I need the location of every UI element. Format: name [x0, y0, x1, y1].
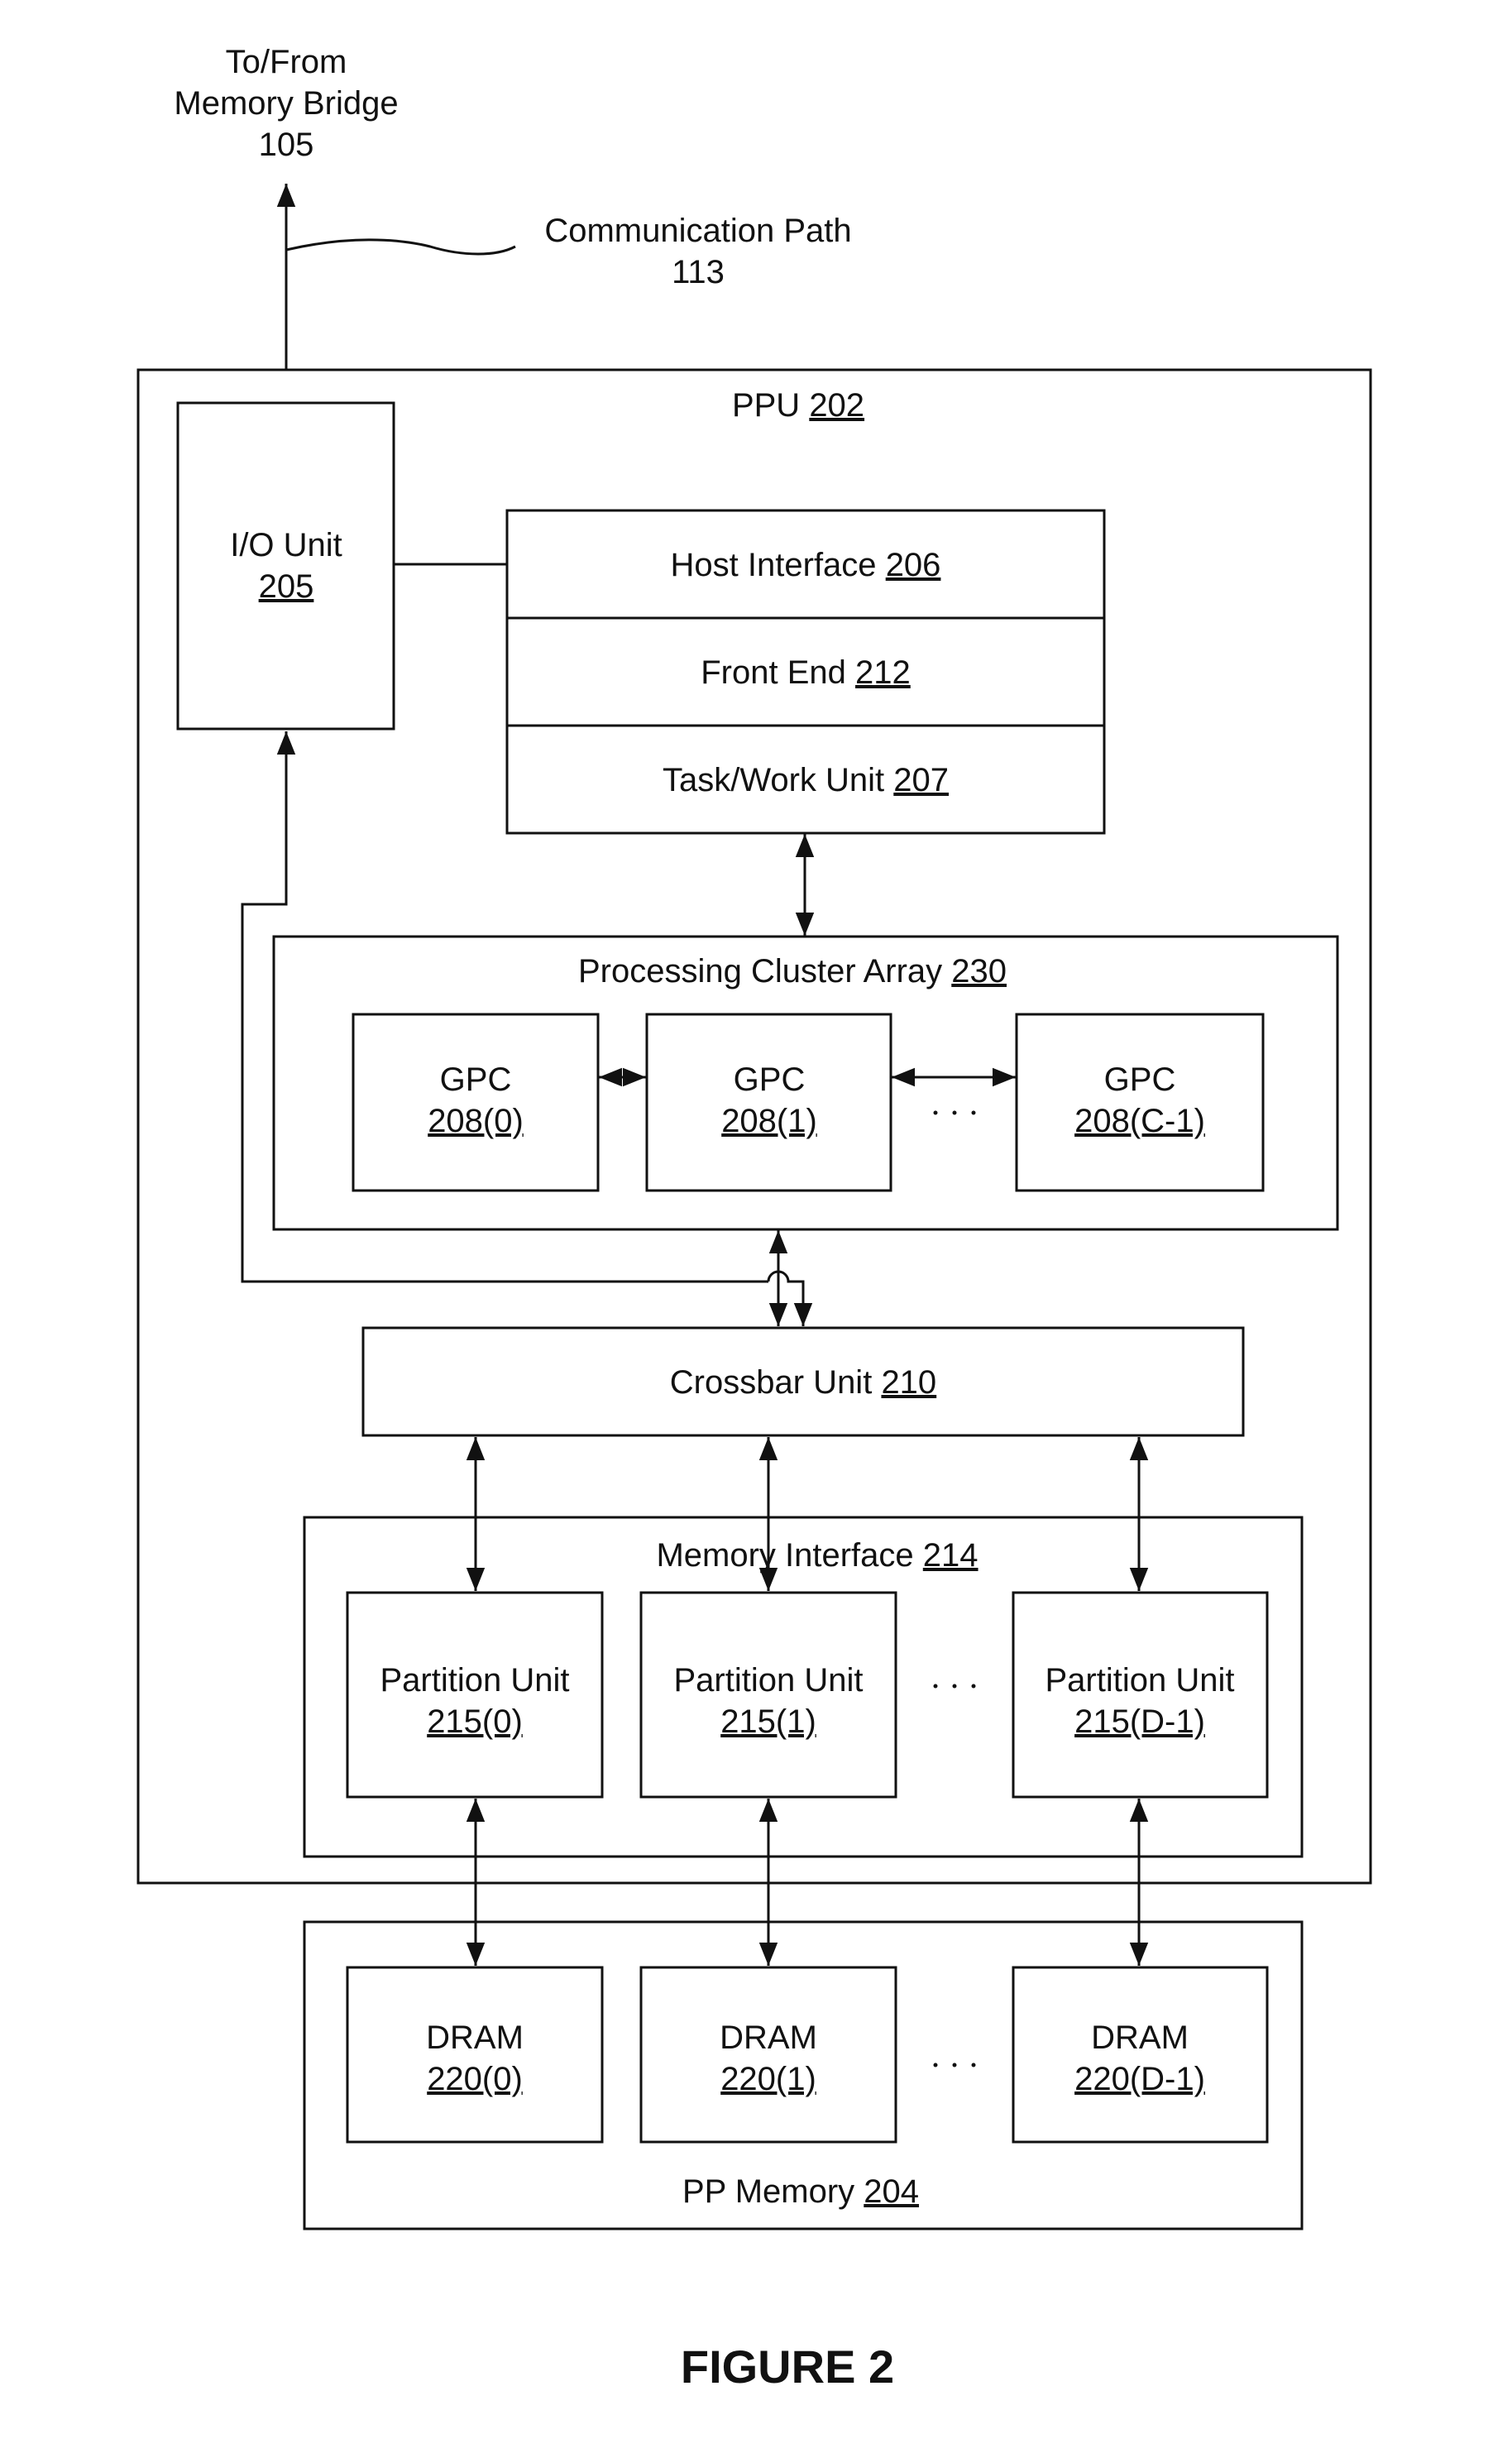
task-work-unit-label: Task/Work Unit 207 — [663, 762, 949, 798]
communication-path-label: Communication Path — [544, 213, 851, 249]
dram-ref-0: 220(0) — [427, 2061, 523, 2097]
partition-unit-label-last: Partition Unit — [1045, 1662, 1235, 1699]
io-unit-ref: 205 — [259, 568, 314, 605]
front-end-label: Front End 212 — [701, 654, 911, 691]
partition-unit-ref-0: 215(0) — [427, 1703, 523, 1740]
ppu-label: PPU 202 — [732, 387, 864, 424]
gpc-ref-1: 208(1) — [721, 1103, 817, 1139]
gpc-ref-0: 208(0) — [428, 1103, 524, 1139]
memory-bridge-ref: 105 — [259, 127, 314, 163]
ppu-block-diagram: To/From Memory Bridge 105 Communication … — [136, 44, 1372, 2393]
io-unit-box — [176, 401, 395, 731]
host-interface-label: Host Interface 206 — [671, 547, 941, 583]
memory-bridge-label-line2: Memory Bridge — [174, 85, 398, 122]
io-unit-label: I/O Unit — [230, 527, 342, 563]
memory-bridge-label-line1: To/From — [226, 44, 347, 80]
dram-ref-1: 220(1) — [720, 2061, 816, 2097]
dram-label-1: DRAM — [720, 2020, 817, 2056]
gpc-label-0: GPC — [440, 1061, 512, 1098]
pp-memory-label: PP Memory 204 — [682, 2173, 919, 2210]
gpc-label-1: GPC — [734, 1061, 806, 1098]
dram-label-last: DRAM — [1091, 2020, 1189, 2056]
dram-label-0: DRAM — [426, 2020, 524, 2056]
partition-unit-ref-1: 215(1) — [720, 1703, 816, 1740]
communication-path-ref: 113 — [672, 254, 725, 290]
partition-unit-ref-last: 215(D-1) — [1074, 1703, 1205, 1740]
gpc-ref-last: 208(C-1) — [1074, 1103, 1205, 1139]
partition-unit-label-1: Partition Unit — [674, 1662, 864, 1699]
dram-ref-last: 220(D-1) — [1074, 2061, 1205, 2097]
figure-caption: FIGURE 2 — [681, 2341, 894, 2393]
communication-path-leader — [285, 238, 516, 256]
memory-interface-label: Memory Interface 214 — [656, 1537, 978, 1574]
partition-unit-label-0: Partition Unit — [380, 1662, 570, 1699]
crossbar-label: Crossbar Unit 210 — [670, 1364, 936, 1401]
processing-cluster-array-label: Processing Cluster Array 230 — [578, 953, 1007, 989]
gpc-label-last: GPC — [1104, 1061, 1176, 1098]
